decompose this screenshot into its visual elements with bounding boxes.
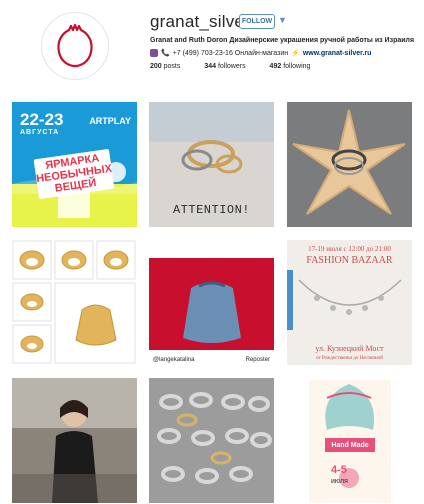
lightning-icon: ⚡ — [291, 50, 300, 57]
post-thumbnail[interactable] — [12, 378, 137, 503]
posts-count[interactable]: 200 posts — [150, 63, 180, 70]
post-thumbnail[interactable]: @langekatalina Reposter — [149, 240, 274, 365]
poster-brand: ARTPLAY — [89, 116, 131, 126]
repost-label: Reposter — [245, 357, 270, 363]
poster-date: 22-23 — [20, 110, 64, 129]
profile-avatar[interactable] — [41, 12, 109, 80]
poster-dates: 4-5 — [331, 464, 347, 476]
starfish-photo — [287, 102, 412, 227]
post-thumbnail[interactable]: 22-23 АВГУСТА ARTPLAY ЯРМАРКА НЕОБЫЧНЫХ … — [12, 102, 137, 227]
bazaar-street: ул. Кузнецкий Мост — [315, 344, 384, 353]
profile-bio-line2: 📞 +7 (499) 703-23-16 Онлайн-магазин ⚡ ww… — [150, 49, 371, 57]
following-count[interactable]: 492 following — [270, 63, 311, 70]
follow-button[interactable]: FOLLOW — [239, 14, 275, 29]
gold-rings-collage — [12, 240, 137, 365]
pouch-image — [149, 258, 274, 350]
profile-stats: 200 posts 344 followers 492 following — [150, 63, 332, 70]
post-thumbnail[interactable]: Hand Made 4-5 июля — [287, 378, 412, 503]
followers-count[interactable]: 344 followers — [204, 63, 245, 70]
pouch-photo — [149, 258, 274, 350]
bazaar-street-detail: от Рождественки до Неглинной — [316, 356, 383, 361]
chevron-down-icon[interactable]: ▼ — [278, 15, 287, 25]
phone-icon: 📞 — [161, 50, 170, 57]
rings-display-photo — [149, 378, 274, 503]
bazaar-title: FASHION BAZAAR — [306, 255, 393, 266]
profile-bio-contact: +7 (499) 703-23-16 Онлайн-магазин — [172, 49, 289, 57]
post-thumbnail[interactable]: 17-19 июля с 12:00 до 21:00 FASHION BAZA… — [287, 240, 412, 365]
post-thumbnail[interactable] — [12, 240, 137, 365]
profile-website-link[interactable]: www.granat-silver.ru — [303, 50, 372, 57]
handmade-banner: Hand Made — [325, 438, 375, 452]
post-thumbnail[interactable]: ATTENTION! — [149, 102, 274, 227]
viber-icon — [150, 49, 158, 57]
repost-user: @langekatalina — [153, 357, 195, 363]
poster-month: июля — [331, 478, 348, 485]
pomegranate-logo-icon — [57, 24, 93, 68]
profile-username: granat_silver — [150, 12, 250, 31]
profile-bio-line1: Granat and Ruth Doron Дизайнерские украш… — [150, 37, 415, 44]
post-thumbnail[interactable] — [287, 102, 412, 227]
post-thumbnail[interactable] — [149, 378, 274, 503]
woman-photo — [12, 378, 137, 503]
post-caption-text: ATTENTION! — [172, 203, 250, 217]
bazaar-dates: 17-19 июля с 12:00 до 21:00 — [308, 245, 391, 253]
poster-month: АВГУСТА — [20, 129, 60, 136]
